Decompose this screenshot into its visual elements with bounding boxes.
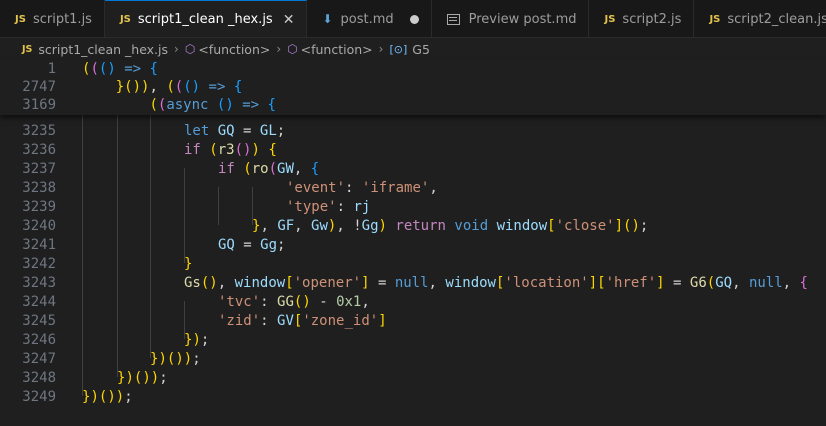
code-line[interactable]: 3247 })()); <box>0 350 826 369</box>
markdown-icon: ⬇ <box>322 12 333 26</box>
js-icon: JS <box>22 43 33 55</box>
line-number: 3238 <box>22 180 56 196</box>
code-line[interactable]: 3235 let GQ = GL; <box>0 122 826 141</box>
line-number: 3169 <box>22 97 56 113</box>
code-line[interactable]: 3249 })()); <box>0 388 826 407</box>
code-line[interactable]: 3243 Gs(), window['opener'] = null, windo… <box>0 274 826 293</box>
code-text: 'tvc': GG() - 0x1, <box>218 294 370 310</box>
sticky-scroll-header[interactable]: 1 ((() => { 2747 }()), ((() => { 3169 ((… <box>0 60 826 115</box>
chevron-right-icon: › <box>174 42 179 56</box>
code-text: } <box>184 256 193 272</box>
sticky-line[interactable]: 1 ((() => { <box>0 60 826 79</box>
code-text: let GQ = GL; <box>184 123 286 139</box>
code-line[interactable]: 3239 'type': rj <box>0 198 826 217</box>
code-text: 'zid': GV['zone_id'] <box>218 313 387 329</box>
code-text: Gs(), window['opener'] = null, window['l… <box>184 275 808 291</box>
line-number: 3241 <box>22 237 56 253</box>
js-icon: JS <box>119 14 131 25</box>
tab-script2-js[interactable]: JS script2.js <box>589 0 695 37</box>
code-line[interactable]: 3238 'event': 'iframe', <box>0 179 826 198</box>
code-text: ((() => { <box>82 61 158 77</box>
tab-label: script2_clean.js <box>727 11 826 27</box>
sticky-line[interactable]: 3169 ((async () => { <box>0 96 826 115</box>
tab-script2-clean-js[interactable]: JS script2_clean.js <box>694 0 826 37</box>
line-number: 2747 <box>22 79 56 95</box>
line-number: 3240 <box>22 218 56 234</box>
js-icon: JS <box>709 13 721 25</box>
code-editor[interactable]: 1 ((() => { 2747 }()), ((() => { 3169 ((… <box>0 60 826 426</box>
function-cube-icon: ⬡ <box>184 42 196 56</box>
preview-icon <box>446 13 460 25</box>
unsaved-dot-icon[interactable] <box>409 14 419 24</box>
line-number: 3246 <box>22 332 56 348</box>
code-text: })()); <box>82 389 133 405</box>
chevron-right-icon: › <box>378 42 384 56</box>
code-text: 'event': 'iframe', <box>286 180 438 196</box>
code-line[interactable]: 3242} <box>0 255 826 274</box>
code-text: })()); <box>117 370 168 386</box>
variable-icon: [⊙] <box>389 42 408 56</box>
tab-label: script1.js <box>32 11 92 27</box>
line-number: 3245 <box>22 313 56 329</box>
tab-script1-clean-hex-js[interactable]: JS script1_clean _hex.js ✕ <box>104 0 308 37</box>
breadcrumb-function-2[interactable]: <function> <box>301 42 373 57</box>
close-icon[interactable]: ✕ <box>283 12 295 28</box>
code-text: })()); <box>150 351 201 367</box>
code-line[interactable]: 3237 if (ro(GW, { <box>0 160 826 179</box>
breadcrumb: JS script1_clean _hex.js › ⬡ <function> … <box>0 38 826 60</box>
code-line[interactable]: 3245 'zid': GV['zone_id'] <box>0 312 826 331</box>
code-text: }); <box>184 332 210 348</box>
line-number: 3244 <box>22 294 56 310</box>
tab-label: script1_clean _hex.js <box>137 12 273 27</box>
code-line[interactable]: 3248 })()); <box>0 369 826 388</box>
tab-post-md[interactable]: ⬇ post.md <box>307 0 432 37</box>
line-number: 3243 <box>22 275 56 291</box>
code-text: if (r3()) { <box>184 142 277 158</box>
line-number: 3247 <box>22 351 56 367</box>
js-icon: JS <box>15 13 26 25</box>
js-icon: JS <box>604 13 616 25</box>
tab-script1-js[interactable]: JS script1.js <box>0 0 105 37</box>
code-line[interactable]: 3244 'tvc': GG() - 0x1, <box>0 293 826 312</box>
code-text: 'type': rj <box>286 199 371 215</box>
tab-label: post.md <box>340 11 394 27</box>
code-line[interactable]: 3240 }, GF, Gw), !Gg) return void window[… <box>0 217 826 236</box>
code-line[interactable]: 3246}); <box>0 331 826 350</box>
tab-label: Preview post.md <box>468 11 577 27</box>
code-text: }()), ((() => { <box>115 79 243 95</box>
line-number: 3239 <box>22 199 56 215</box>
breadcrumb-file[interactable]: script1_clean _hex.js <box>38 42 168 57</box>
line-number: 1 <box>47 61 56 77</box>
code-text: if (ro(GW, { <box>218 161 320 177</box>
code-text: ((async () => { <box>149 97 276 113</box>
line-number: 3237 <box>22 161 56 177</box>
chevron-right-icon: › <box>276 42 282 56</box>
code-text: GQ = Gg; <box>218 237 286 253</box>
line-number: 3249 <box>22 389 56 405</box>
editor-tab-bar: JS script1.js JS script1_clean _hex.js ✕… <box>0 0 826 38</box>
line-number: 3242 <box>22 256 56 272</box>
code-line[interactable]: 3236 if (r3()) { <box>0 141 826 160</box>
tab-label: script2.js <box>622 11 682 27</box>
sticky-line[interactable]: 2747 }()), ((() => { <box>0 78 826 97</box>
line-number: 3236 <box>22 142 56 158</box>
tab-preview-post-md[interactable]: Preview post.md <box>432 0 590 37</box>
line-number: 3248 <box>22 370 56 386</box>
function-cube-icon: ⬡ <box>287 42 298 56</box>
breadcrumb-function-1[interactable]: <function> <box>198 42 270 57</box>
code-text: }, GF, Gw), !Gg) return void window['clo… <box>252 218 649 234</box>
code-line[interactable]: 3241 GQ = Gg; <box>0 236 826 255</box>
line-number: 3235 <box>22 123 56 139</box>
breadcrumb-symbol[interactable]: G5 <box>412 42 430 57</box>
